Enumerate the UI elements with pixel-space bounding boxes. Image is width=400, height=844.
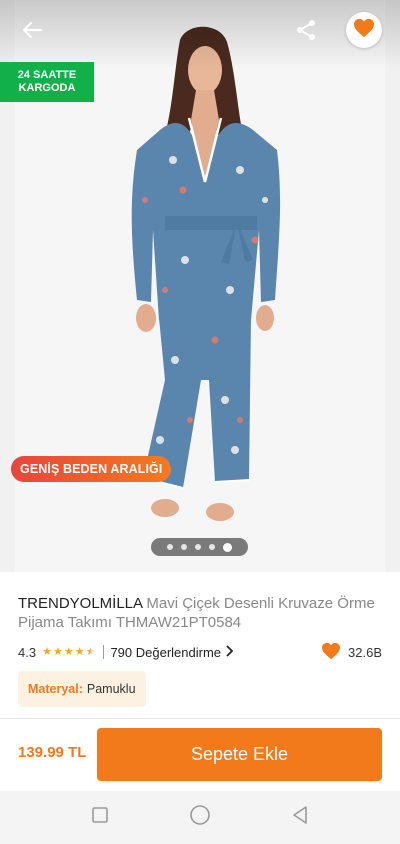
- home-button[interactable]: [185, 803, 215, 833]
- favorite-count-value: 32.6B: [348, 645, 382, 660]
- pagination-dot[interactable]: [195, 544, 201, 550]
- system-back-button[interactable]: [285, 803, 315, 833]
- favorite-button[interactable]: [346, 12, 382, 48]
- add-to-cart-button[interactable]: Sepete Ekle: [97, 728, 382, 781]
- product-image-gallery[interactable]: 24 SAATTE KARGODA GENİŞ BEDEN ARALIĞI: [0, 0, 400, 572]
- star-icon: ★: [63, 646, 74, 658]
- share-button[interactable]: [288, 14, 324, 50]
- wide-size-range-badge: GENİŞ BEDEN ARALIĞI: [11, 456, 172, 482]
- star-icon: ★: [42, 646, 52, 658]
- square-icon: [91, 806, 109, 829]
- pagination-dot[interactable]: [167, 544, 173, 550]
- material-label: Materyal:: [28, 682, 83, 696]
- price: 139.99 TL: [18, 744, 87, 761]
- image-pagination[interactable]: [151, 538, 248, 556]
- material-tag: Materyal: Pamuklu: [18, 671, 146, 707]
- product-meta: 4.3 ★ ★ ★ ★ ★ 790 Değerlendirme 32.6B Ma…: [0, 572, 400, 718]
- pagination-dot[interactable]: [181, 544, 187, 550]
- recents-button[interactable]: [85, 803, 115, 833]
- pagination-dot[interactable]: [209, 544, 215, 550]
- chevron-right-icon: [225, 644, 234, 660]
- arrow-left-icon: [21, 19, 43, 46]
- star-icon: ★: [52, 646, 63, 658]
- heart-icon: [353, 18, 375, 43]
- fast-shipping-badge: 24 SAATTE KARGODA: [0, 62, 94, 102]
- half-star-icon: ★: [85, 646, 96, 658]
- top-gradient: [0, 0, 400, 70]
- material-value: Pamuklu: [86, 682, 136, 696]
- heart-icon: [321, 642, 341, 663]
- back-button[interactable]: [14, 14, 50, 50]
- share-icon: [294, 18, 318, 47]
- divider: [103, 645, 105, 659]
- rating-stars: ★ ★ ★ ★ ★: [42, 646, 95, 658]
- reviews-count: 790 Değerlendirme: [110, 644, 222, 660]
- system-navigation-bar: [0, 791, 400, 844]
- rating-row: 4.3 ★ ★ ★ ★ ★ 790 Değerlendirme 32.6B: [18, 642, 382, 662]
- reviews-link[interactable]: 790 Değerlendirme: [110, 644, 234, 660]
- pagination-dot-active[interactable]: [223, 542, 232, 552]
- section-divider: [0, 718, 400, 719]
- star-icon: ★: [74, 646, 85, 658]
- rating-value: 4.3: [18, 644, 37, 660]
- favorite-count: 32.6B: [321, 642, 382, 663]
- circle-icon: [189, 804, 211, 831]
- triangle-back-icon: [291, 805, 309, 830]
